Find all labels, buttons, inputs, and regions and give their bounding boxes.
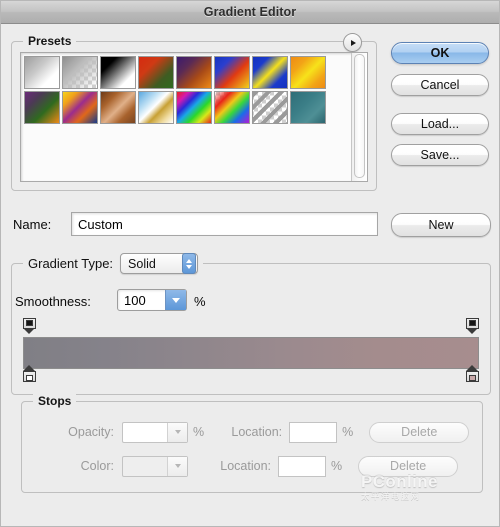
preset-swatch-black-white[interactable]: [100, 56, 136, 89]
chevron-down-icon[interactable]: [165, 290, 186, 310]
title-bar: Gradient Editor: [1, 1, 499, 24]
color-label: Color:: [80, 459, 114, 473]
preset-swatch-blue-yellow-blue[interactable]: [252, 56, 288, 89]
save-button[interactable]: Save...: [391, 144, 489, 166]
color-location-label: Location:: [220, 459, 271, 473]
preset-swatch-transparent-rainbow[interactable]: [214, 91, 250, 124]
gradient-type-select[interactable]: Solid: [120, 253, 199, 274]
preset-swatch-foreground-to-transparent[interactable]: [62, 56, 98, 89]
preset-swatch-copper[interactable]: [100, 91, 136, 124]
chevron-down-icon: [167, 422, 187, 442]
presets-scrollbar[interactable]: [351, 53, 367, 181]
color-stop-right[interactable]: [466, 365, 479, 387]
presets-menu-button[interactable]: [343, 33, 362, 52]
chevron-up-icon: [186, 258, 193, 263]
name-input-value: Custom: [78, 216, 123, 232]
smoothness-value: 100: [124, 292, 146, 308]
gradient-type-value: Solid: [128, 256, 156, 271]
chevron-down-icon: [186, 264, 193, 269]
name-label: Name:: [13, 217, 52, 232]
opacity-stop-right[interactable]: [466, 318, 479, 335]
ok-button[interactable]: OK: [391, 42, 489, 64]
color-location-input: [278, 455, 326, 477]
gradient-preview-bar[interactable]: [23, 337, 479, 369]
opacity-input: [122, 421, 188, 443]
preset-swatch-orange-yellow-orange[interactable]: [290, 56, 326, 89]
preset-swatch-transparent-stripes[interactable]: [252, 91, 288, 124]
opacity-stop-row: Opacity: % Location: % Delete: [22, 420, 482, 444]
preset-swatch-list: [21, 53, 351, 181]
opacity-unit: %: [193, 425, 205, 439]
stops-group: Stops Opacity: % Location: % Delete Colo…: [21, 394, 483, 493]
color-location-unit: %: [331, 459, 343, 473]
gradient-editor-dialog: Gradient Editor Presets OK Cancel Load..…: [0, 0, 500, 527]
color-stop-row: Color: Location: % Delete: [22, 454, 482, 478]
color-stop-left[interactable]: [23, 365, 36, 387]
preset-swatch-foreground-to-background[interactable]: [24, 56, 60, 89]
gradient-type-label: Gradient Type:: [28, 256, 114, 271]
cancel-button[interactable]: Cancel: [391, 74, 489, 96]
smoothness-combo[interactable]: 100: [117, 289, 187, 311]
presets-group: Presets: [11, 33, 377, 191]
gradient-type-group: Gradient Type: Solid: [11, 253, 491, 395]
color-swatch-input: [122, 455, 188, 477]
opacity-location-label: Location:: [231, 425, 283, 439]
opacity-delete-button: Delete: [369, 421, 470, 443]
load-button[interactable]: Load...: [391, 113, 489, 135]
opacity-location-unit: %: [342, 425, 354, 439]
preset-swatch-red-green[interactable]: [138, 56, 174, 89]
gradient-type-row: Gradient Type: Solid: [23, 253, 204, 274]
presets-scrollbar-thumb[interactable]: [354, 54, 365, 178]
preset-swatch-violet-green-orange[interactable]: [24, 91, 60, 124]
smoothness-unit: %: [194, 294, 206, 309]
preset-swatch-violet-orange[interactable]: [176, 56, 212, 89]
preset-swatch-yellow-violet-orange-blue[interactable]: [62, 91, 98, 124]
stepper-icon[interactable]: [182, 253, 197, 274]
name-input[interactable]: Custom: [71, 212, 378, 236]
new-button[interactable]: New: [391, 213, 491, 237]
preset-swatch-spectrum[interactable]: [176, 91, 212, 124]
chevron-down-icon: [167, 456, 187, 476]
presets-well: [20, 52, 368, 182]
stops-legend: Stops: [33, 394, 77, 408]
presets-legend: Presets: [23, 34, 77, 48]
opacity-stop-left[interactable]: [23, 318, 36, 335]
smoothness-label: Smoothness:: [15, 294, 91, 309]
preset-swatch-blue-red-yellow[interactable]: [214, 56, 250, 89]
opacity-label: Opacity:: [68, 425, 114, 439]
preset-swatch-steel-blue[interactable]: [290, 91, 326, 124]
color-delete-button: Delete: [358, 455, 459, 477]
preset-swatch-chrome[interactable]: [138, 91, 174, 124]
opacity-location-input: [289, 421, 338, 443]
triangle-right-icon: [351, 39, 356, 46]
window-title: Gradient Editor: [203, 5, 297, 19]
